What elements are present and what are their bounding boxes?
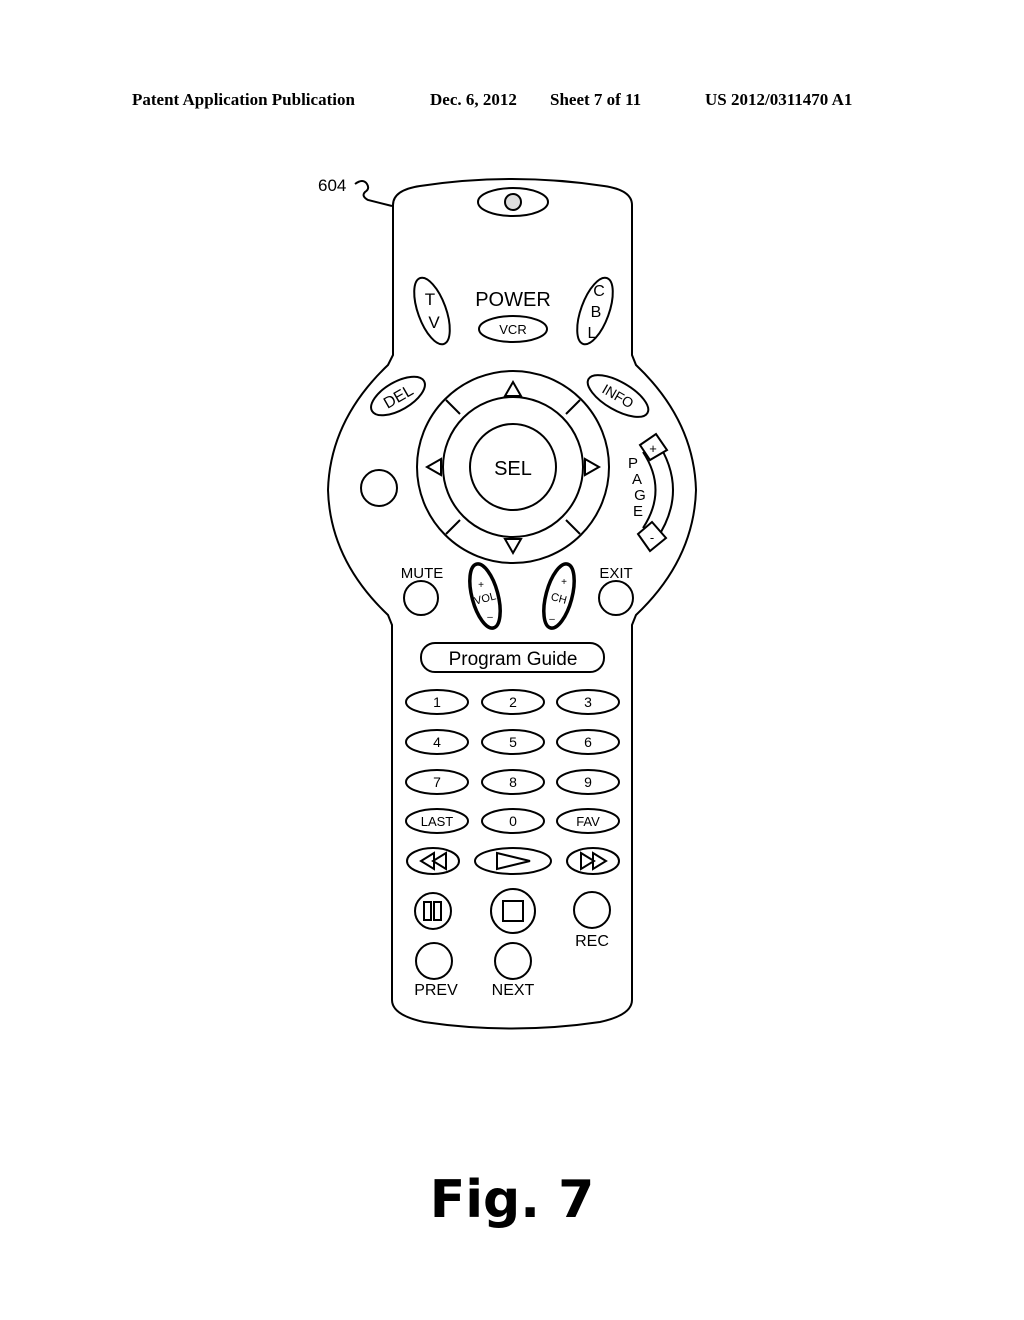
prev-label: PREV [414,982,458,999]
power-vcr-button[interactable]: VCR [478,315,548,343]
pause-button[interactable] [414,892,452,930]
page-plus-label: + [649,441,657,456]
info-button[interactable]: INFO [582,367,655,425]
program-guide-button[interactable]: Program Guide [420,642,605,673]
svg-text:A: A [632,471,642,488]
keypad-label: 9 [584,774,592,790]
stop-button[interactable] [490,888,536,934]
arrow-down-icon [503,538,523,556]
dpad-up-button[interactable] [503,379,523,397]
play-button[interactable] [474,847,552,875]
volume-rocker[interactable]: + VOL – [464,561,506,631]
keypad-label: 7 [433,774,441,790]
power-tv-button[interactable]: T V [407,273,457,348]
vol-minus-label: – [487,612,493,623]
power-cbl-button[interactable]: C B L [570,273,620,348]
mute-button[interactable] [403,580,439,616]
keypad-button-1[interactable]: 1 [405,689,469,715]
keypad-label: 2 [509,694,517,710]
arrow-up-icon [503,379,523,397]
dpad-right-button[interactable] [584,457,602,477]
svg-text:G: G [634,487,646,504]
keypad-label: LAST [421,814,454,829]
channel-rocker[interactable]: + CH – [538,561,580,631]
rec-button[interactable] [573,891,611,929]
exit-button[interactable] [598,580,634,616]
keypad-button-last[interactable]: LAST [405,808,469,834]
remote-drawing: T V POWER VCR C B L DEL INFO SEL + - P A… [326,178,698,1030]
keypad-button-6[interactable]: 6 [556,729,620,755]
keypad-button-7[interactable]: 7 [405,769,469,795]
cbl-label-b: B [591,304,602,321]
keypad-label: 4 [433,734,441,750]
keypad-button-4[interactable]: 4 [405,729,469,755]
fast-forward-button[interactable] [566,847,620,875]
svg-text:E: E [633,503,643,520]
ch-plus-label: + [561,577,567,588]
vol-plus-label: + [478,580,484,591]
next-label: NEXT [492,982,535,999]
cbl-label-l: L [588,325,597,342]
dpad-left-button[interactable] [424,457,442,477]
figure-caption: Fig. 7 [429,1170,595,1230]
keypad-button-0[interactable]: 0 [481,808,545,834]
sel-label: SEL [494,458,532,480]
keypad-button-5[interactable]: 5 [481,729,545,755]
keypad-label: 6 [584,734,592,750]
prev-button[interactable] [415,942,453,980]
program-guide-label: Program Guide [449,649,578,670]
power-label: POWER [475,289,551,311]
tv-label-v: V [428,313,440,332]
arrow-left-icon [424,457,442,477]
ch-minus-label: – [549,614,555,625]
numeric-keypad: 1 2 3 4 5 6 7 8 9 LAST 0 FAV [405,689,620,834]
keypad-label: 0 [509,813,517,829]
keypad-label: 3 [584,694,592,710]
arrow-right-icon [584,457,602,477]
keypad-button-fav[interactable]: FAV [556,808,620,834]
rec-label: REC [575,933,609,950]
keypad-button-2[interactable]: 2 [481,689,545,715]
left-round-button[interactable] [360,469,398,507]
keypad-button-9[interactable]: 9 [556,769,620,795]
ir-led-icon [504,193,522,211]
svg-text:P: P [628,455,638,472]
keypad-button-3[interactable]: 3 [556,689,620,715]
page-down-button[interactable]: - [636,520,668,553]
exit-label: EXIT [599,565,632,582]
sel-button[interactable]: SEL [469,423,557,511]
reference-leader-line [354,180,393,207]
tv-label-t: T [425,290,435,309]
page-up-button[interactable]: + [638,432,669,462]
keypad-label: 8 [509,774,517,790]
keypad-button-8[interactable]: 8 [481,769,545,795]
reference-numeral: 604 [318,176,347,195]
keypad-label: 5 [509,734,517,750]
keypad-label: FAV [576,814,600,829]
cbl-label-c: C [593,283,605,300]
mute-label: MUTE [401,565,444,582]
rewind-button[interactable] [406,847,460,875]
keypad-label: 1 [433,694,441,710]
page-minus-label: - [650,530,654,545]
vcr-label: VCR [499,322,526,337]
page-label: P A G E [628,455,646,520]
dpad-down-button[interactable] [503,538,523,556]
next-button[interactable] [494,942,532,980]
